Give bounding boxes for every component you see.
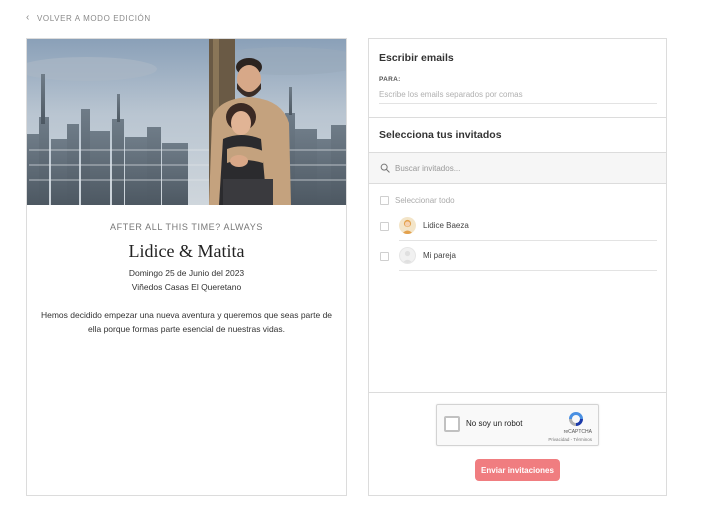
avatar-icon	[399, 217, 416, 234]
guests-section-header: Selecciona tus invitados	[369, 118, 666, 153]
guest-checkbox[interactable]	[380, 221, 389, 231]
emails-title: Escribir emails	[379, 52, 454, 64]
guests-title: Selecciona tus invitados	[379, 129, 502, 141]
send-invitations-button[interactable]: Enviar invitaciones	[475, 459, 560, 481]
couple-names: Lidice & Matita	[128, 241, 245, 261]
guest-name: Mi pareja	[423, 251, 456, 260]
search-icon	[380, 163, 390, 173]
guest-checkbox[interactable]	[380, 251, 389, 261]
guest-search-input[interactable]	[395, 163, 645, 173]
chevron-left-icon: ‹	[26, 12, 30, 23]
panel-footer: No soy un robot reCAPTCHA Privacidad - T…	[369, 392, 666, 496]
couple-photo	[27, 39, 346, 205]
emails-input[interactable]	[379, 88, 657, 104]
recaptcha-widget: No soy un robot reCAPTCHA Privacidad - T…	[436, 404, 599, 446]
invitation-tagline: AFTER ALL THIS TIME? ALWAYS	[110, 222, 263, 232]
guest-search-bar	[369, 153, 666, 184]
recaptcha-label: No soy un robot	[466, 419, 523, 428]
recaptcha-logo-icon	[569, 412, 583, 426]
list-item[interactable]: Lidice Baeza	[380, 211, 657, 241]
emails-section: Escribir emails PARA:	[369, 39, 666, 118]
select-all-row[interactable]: Seleccionar todo	[380, 196, 455, 205]
event-date: Domingo 25 de Junio del 2023	[128, 268, 245, 278]
recaptcha-brand: reCAPTCHA	[563, 429, 592, 435]
invitation-preview-card: AFTER ALL THIS TIME? ALWAYS Lidice & Mat…	[26, 38, 347, 496]
select-all-checkbox[interactable]	[380, 196, 389, 205]
back-link-label: VOLVER A MODO EDICIÓN	[36, 13, 151, 23]
guest-name: Lidice Baeza	[423, 221, 469, 230]
recaptcha-links[interactable]: Privacidad - Términos	[548, 437, 592, 442]
invitation-message: Hemos decidido empezar una nueva aventur…	[40, 310, 333, 334]
send-invitations-panel: Escribir emails PARA: Selecciona tus inv…	[368, 38, 667, 496]
select-all-label: Seleccionar todo	[395, 196, 455, 205]
list-item[interactable]: Mi pareja	[380, 241, 657, 271]
back-to-edit-link[interactable]: ‹ VOLVER A MODO EDICIÓN	[26, 13, 151, 23]
recaptcha-checkbox[interactable]	[444, 416, 460, 432]
guest-list: Lidice Baeza Mi pareja	[380, 211, 657, 271]
avatar-icon	[399, 247, 416, 264]
event-venue: Viñedos Casas El Queretano	[131, 282, 242, 292]
to-label: PARA:	[379, 76, 401, 83]
